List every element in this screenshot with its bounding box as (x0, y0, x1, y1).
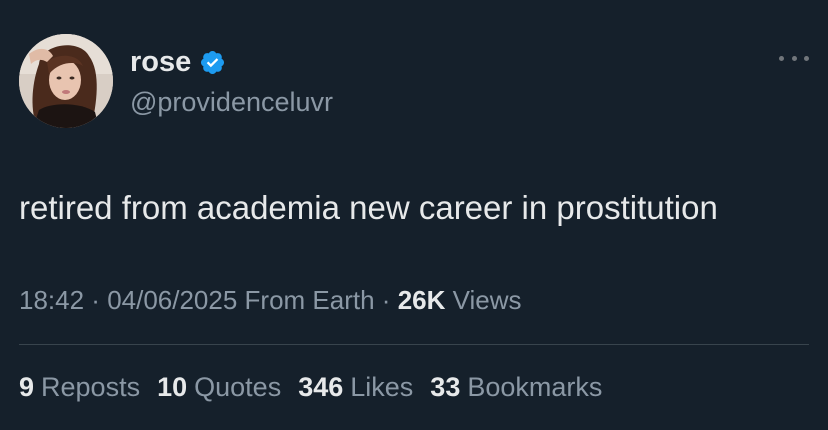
display-name[interactable]: rose (130, 44, 191, 80)
views-label: Views (445, 285, 522, 315)
tweet-location: From Earth (237, 285, 375, 315)
separator: · (374, 285, 398, 315)
quotes-label: Quotes (194, 372, 282, 402)
avatar[interactable] (19, 34, 113, 128)
likes-count: 346 (298, 372, 344, 402)
likes-stat[interactable]: 346 Likes (298, 370, 413, 404)
tweet-text: retired from academia new career in pros… (19, 189, 718, 226)
separator: · (84, 285, 108, 315)
bookmarks-stat[interactable]: 33 Bookmarks (430, 370, 602, 404)
reposts-stat[interactable]: 9 Reposts (19, 370, 140, 404)
tweet: rose @providenceluvr retired from academ… (0, 0, 828, 430)
views-count: 26K (397, 285, 446, 315)
tweet-date[interactable]: 04/06/2025 (107, 285, 237, 315)
profile-photo-icon (19, 34, 113, 128)
reposts-label: Reposts (41, 372, 141, 402)
more-options-icon[interactable] (779, 48, 809, 68)
quotes-count: 10 (157, 372, 188, 402)
verified-badge-icon (199, 49, 226, 76)
bookmarks-count: 33 (430, 372, 461, 402)
engagement-stats: 9 Reposts 10 Quotes 346 Likes 33 Bookmarks (19, 370, 619, 404)
reposts-count: 9 (19, 372, 35, 402)
tweet-meta: 18:42 · 04/06/2025 From Earth · 26K View… (19, 283, 522, 317)
handle[interactable]: @providenceluvr (130, 85, 333, 119)
dot (791, 55, 797, 61)
dot (804, 55, 809, 61)
tweet-time[interactable]: 18:42 (19, 285, 84, 315)
likes-label: Likes (350, 372, 414, 402)
dot (779, 55, 784, 61)
quotes-stat[interactable]: 10 Quotes (157, 370, 281, 404)
divider (19, 344, 809, 345)
author-name-row: rose (130, 44, 226, 80)
bookmarks-label: Bookmarks (467, 372, 603, 402)
